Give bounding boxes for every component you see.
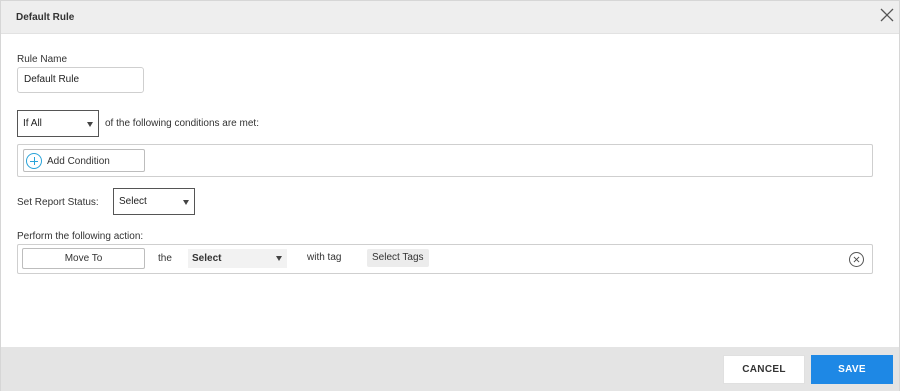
rule-dialog: Default Rule Rule Name Default Rule If A… xyxy=(0,0,900,391)
action-target-select[interactable]: Select xyxy=(188,249,287,268)
select-tags-input[interactable]: Select Tags xyxy=(367,249,429,267)
move-to-button[interactable]: Move To xyxy=(22,248,145,269)
plus-circle-icon xyxy=(26,153,42,169)
condition-match-select[interactable]: If All xyxy=(17,110,99,137)
dialog-title: Default Rule xyxy=(16,12,75,23)
rule-name-input[interactable]: Default Rule xyxy=(17,67,144,93)
add-condition-label: Add Condition xyxy=(47,156,110,167)
report-status-value: Select xyxy=(119,196,147,207)
chevron-down-icon xyxy=(183,200,189,205)
condition-match-suffix: of the following conditions are met: xyxy=(105,118,259,129)
rule-name-label: Rule Name xyxy=(17,54,68,65)
the-text: the xyxy=(158,253,172,264)
report-status-select[interactable]: Select xyxy=(113,188,195,215)
condition-match-value: If All xyxy=(23,118,42,129)
add-condition-button[interactable]: Add Condition xyxy=(23,149,145,172)
close-icon[interactable] xyxy=(880,8,894,22)
action-label: Perform the following action: xyxy=(17,231,144,242)
report-status-label: Set Report Status: xyxy=(17,197,99,208)
save-button[interactable]: SAVE xyxy=(811,355,893,384)
remove-circle-icon[interactable] xyxy=(849,252,864,267)
chevron-down-icon xyxy=(87,122,93,127)
dialog-header: Default Rule xyxy=(1,1,899,34)
action-target-value: Select xyxy=(192,253,222,264)
cancel-button[interactable]: CANCEL xyxy=(723,355,805,384)
action-panel: Move To the Select with tag Select Tags xyxy=(17,244,873,274)
chevron-down-icon xyxy=(276,256,282,261)
conditions-panel: Add Condition xyxy=(17,144,873,177)
with-tag-text: with tag xyxy=(307,252,342,263)
dialog-footer: CANCEL SAVE xyxy=(1,347,899,391)
